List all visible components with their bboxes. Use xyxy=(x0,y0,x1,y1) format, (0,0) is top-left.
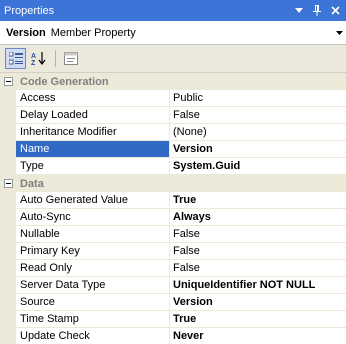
object-type: Member Property xyxy=(50,26,136,39)
property-value[interactable]: Public xyxy=(170,90,346,107)
property-name: Access xyxy=(16,90,170,107)
property-row-name[interactable]: Name Version xyxy=(0,141,346,158)
property-row-read-only[interactable]: Read Only False xyxy=(0,260,346,277)
window-titlebar: Properties xyxy=(0,0,346,21)
property-name: Delay Loaded xyxy=(16,107,170,124)
property-value[interactable]: Version xyxy=(170,294,346,311)
property-value[interactable]: Version xyxy=(170,141,346,158)
property-name: Source xyxy=(16,294,170,311)
property-value[interactable]: True xyxy=(170,311,346,328)
collapse-icon[interactable] xyxy=(0,175,16,192)
property-row-source[interactable]: Source Version xyxy=(0,294,346,311)
chevron-down-icon[interactable] xyxy=(332,28,346,37)
close-icon[interactable] xyxy=(328,4,342,18)
property-row-primary-key[interactable]: Primary Key False xyxy=(0,243,346,260)
property-value[interactable]: UniqueIdentifier NOT NULL xyxy=(170,277,346,294)
category-label: Data xyxy=(20,177,44,190)
property-row-update-check[interactable]: Update Check Never xyxy=(0,328,346,344)
property-name: Server Data Type xyxy=(16,277,170,294)
property-value[interactable]: False xyxy=(170,243,346,260)
property-value[interactable]: (None) xyxy=(170,124,346,141)
category-code-generation[interactable]: Code Generation xyxy=(0,73,346,90)
property-name: Name xyxy=(16,141,170,158)
property-row-auto-sync[interactable]: Auto-Sync Always xyxy=(0,209,346,226)
property-name: Type xyxy=(16,158,170,175)
property-name: Read Only xyxy=(16,260,170,277)
property-value[interactable]: False xyxy=(170,107,346,124)
window-position-dropdown-icon[interactable] xyxy=(292,4,306,18)
property-row-auto-generated-value[interactable]: Auto Generated Value True xyxy=(0,192,346,209)
category-label: Code Generation xyxy=(20,75,109,88)
property-value[interactable]: System.Guid xyxy=(170,158,346,175)
property-row-access[interactable]: Access Public xyxy=(0,90,346,107)
alphabetical-sort-icon[interactable]: A Z xyxy=(28,48,49,69)
property-value[interactable]: True xyxy=(170,192,346,209)
svg-text:A: A xyxy=(31,53,36,60)
property-grid: Code Generation Access Public Delay Load… xyxy=(0,73,346,344)
property-pages-icon[interactable] xyxy=(60,48,81,69)
category-data[interactable]: Data xyxy=(0,175,346,192)
property-name: Time Stamp xyxy=(16,311,170,328)
property-row-server-data-type[interactable]: Server Data Type UniqueIdentifier NOT NU… xyxy=(0,277,346,294)
property-value[interactable]: Never xyxy=(170,328,346,344)
property-row-inheritance-modifier[interactable]: Inheritance Modifier (None) xyxy=(0,124,346,141)
window-title: Properties xyxy=(4,4,55,17)
property-name: Inheritance Modifier xyxy=(16,124,170,141)
property-row-delay-loaded[interactable]: Delay Loaded False xyxy=(0,107,346,124)
pin-icon[interactable] xyxy=(310,4,324,18)
property-name: Auto-Sync xyxy=(16,209,170,226)
collapse-icon[interactable] xyxy=(0,73,16,90)
property-row-time-stamp[interactable]: Time Stamp True xyxy=(0,311,346,328)
object-selector[interactable]: Version Member Property xyxy=(0,21,346,45)
property-row-type[interactable]: Type System.Guid xyxy=(0,158,346,175)
property-value[interactable]: Always xyxy=(170,209,346,226)
property-name: Update Check xyxy=(16,328,170,344)
property-name: Primary Key xyxy=(16,243,170,260)
property-name: Auto Generated Value xyxy=(16,192,170,209)
categorized-icon[interactable] xyxy=(5,48,26,69)
property-value[interactable]: False xyxy=(170,260,346,277)
svg-text:Z: Z xyxy=(31,60,36,66)
property-name: Nullable xyxy=(16,226,170,243)
property-row-nullable[interactable]: Nullable False xyxy=(0,226,346,243)
toolbar-separator xyxy=(55,50,56,67)
property-value[interactable]: False xyxy=(170,226,346,243)
object-name: Version xyxy=(6,26,46,39)
properties-toolbar: A Z xyxy=(0,45,346,73)
